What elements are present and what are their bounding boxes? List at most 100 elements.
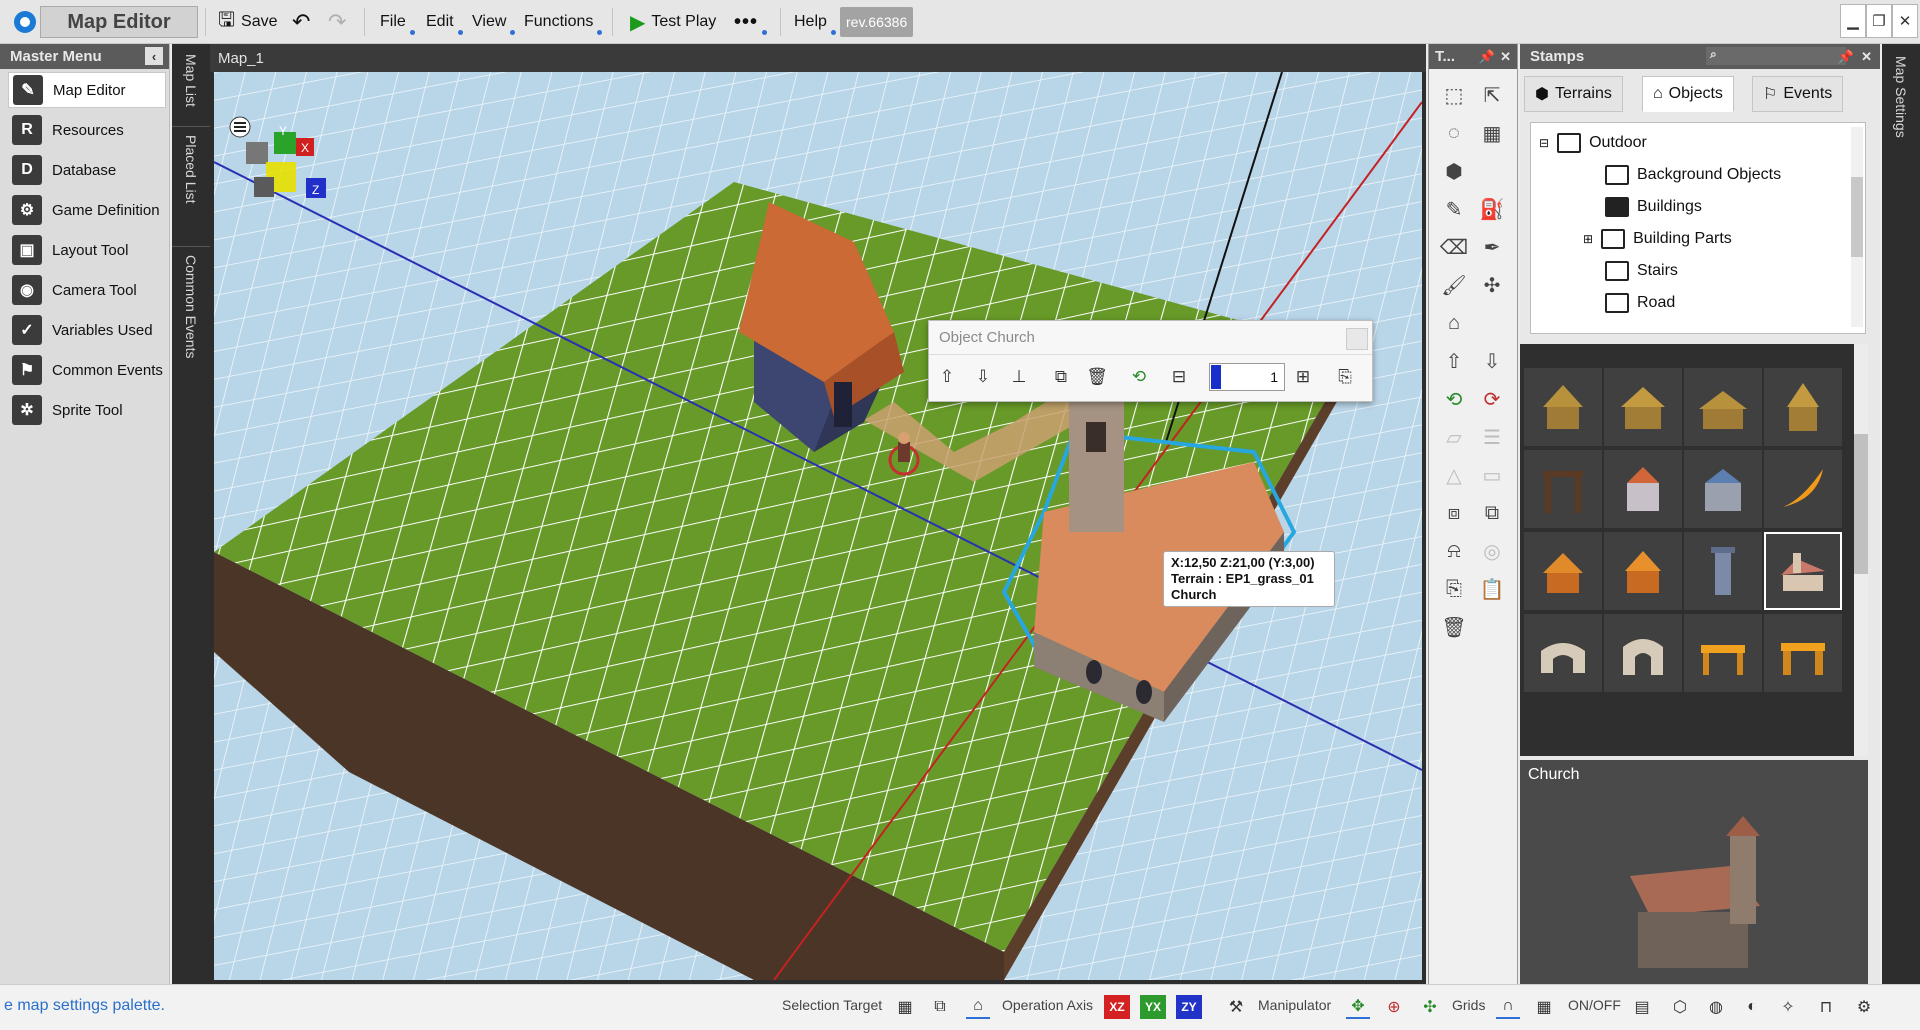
ground-button[interactable]: ⊥ [1005, 363, 1033, 391]
axis-yx-button[interactable]: YX [1140, 995, 1166, 1019]
rotate-tool[interactable]: ⟲ [1437, 382, 1471, 416]
stamp-thumbnail[interactable] [1684, 614, 1762, 692]
stamp-thumbnail[interactable] [1604, 450, 1682, 528]
back-tool[interactable]: ⧉ [1475, 496, 1509, 530]
eraser-tool[interactable]: ⌫ [1437, 230, 1471, 264]
selection-grid-button[interactable]: ▦ [893, 995, 917, 1019]
stamp-thumbnail[interactable] [1604, 614, 1682, 692]
close-icon[interactable]: ✕ [1861, 49, 1872, 65]
rotate-reverse-tool[interactable]: ⟳ [1475, 382, 1509, 416]
pin-icon[interactable]: 📌 [1479, 49, 1495, 65]
frame-tool[interactable]: ▭ [1475, 458, 1509, 492]
house-tool[interactable]: ⌂ [1437, 306, 1471, 340]
stamp-thumbnail[interactable] [1684, 368, 1762, 446]
tab-placed-list[interactable]: Placed List [172, 126, 210, 246]
menu-item-map-editor[interactable]: ✎ Map Editor [8, 72, 166, 108]
menu-edit[interactable]: Edit [420, 7, 463, 37]
layer-value-field[interactable]: 1 [1209, 363, 1285, 391]
tab-terrains[interactable]: ⬢ Terrains [1524, 76, 1623, 112]
tree-item-background-objects[interactable]: Background Objects [1605, 161, 1781, 189]
menu-item-resources[interactable]: R Resources [8, 112, 168, 148]
copy-button[interactable]: ⧉ [1047, 363, 1075, 391]
layers-tool[interactable]: ☰ [1475, 420, 1509, 454]
save-button[interactable]: 🖫 Save [212, 7, 284, 37]
shape-tool[interactable]: ▱ [1437, 420, 1471, 454]
grid-select-tool[interactable]: ▦ [1475, 116, 1509, 150]
axis-xz-button[interactable]: XZ [1104, 995, 1130, 1019]
minimize-button[interactable]: ▁ [1840, 4, 1866, 38]
stamp-thumbnail[interactable] [1524, 614, 1602, 692]
maximize-button[interactable]: ❐ [1866, 4, 1892, 38]
menu-view[interactable]: View [466, 7, 516, 37]
tab-events[interactable]: ⚐ Events [1752, 76, 1844, 112]
tree-scrollbar[interactable] [1851, 127, 1863, 327]
increase-button[interactable]: ⊞ [1289, 363, 1317, 391]
grid-small-button[interactable]: ▤ [1630, 995, 1654, 1019]
close-button[interactable]: ✕ [1892, 4, 1918, 38]
tab-map-settings[interactable]: Map Settings [1882, 48, 1920, 168]
stamp-thumbnail[interactable] [1764, 368, 1842, 446]
move-manipulator-button[interactable]: ✥ [1346, 995, 1370, 1019]
menu-item-layout-tool[interactable]: ▣ Layout Tool [8, 232, 168, 268]
collapse-icon[interactable]: ‹ [145, 47, 163, 65]
lower-button[interactable]: ⇩ [969, 363, 997, 391]
terrain-view-button[interactable]: ⬡ [1668, 995, 1692, 1019]
menu-item-game-definition[interactable]: ⚙ Game Definition [8, 192, 168, 228]
rotate-button[interactable]: ⟲ [1125, 363, 1153, 391]
manipulator-button[interactable]: ⚒ [1224, 995, 1248, 1019]
lighting-button[interactable]: ◐ [1740, 995, 1764, 1019]
select-rect-tool[interactable]: ⬚ [1437, 78, 1471, 112]
snap-tool[interactable]: ◎ [1475, 534, 1509, 568]
stamp-thumbnail[interactable] [1524, 532, 1602, 610]
front-tool[interactable]: ⧈ [1437, 496, 1471, 530]
fill-tool[interactable]: ⛽ [1475, 192, 1509, 226]
copy-tool[interactable]: ⎘ [1437, 572, 1471, 606]
delete-tool[interactable]: 🗑 [1437, 610, 1471, 644]
tree-item-stairs[interactable]: Stairs [1605, 257, 1678, 285]
stamp-thumbnail[interactable] [1764, 614, 1842, 692]
tree-item-building-parts[interactable]: ⊞ Building Parts [1583, 225, 1732, 253]
menu-item-sprite-tool[interactable]: ✲ Sprite Tool [8, 392, 168, 428]
pointer-tool[interactable]: ⇱ [1475, 78, 1509, 112]
grid-toggle-button[interactable]: ▦ [1532, 995, 1556, 1019]
tab-common-events[interactable]: Common Events [172, 246, 210, 386]
stamp-tool[interactable]: ⍾ [1437, 534, 1471, 568]
grid-scrollbar[interactable] [1854, 344, 1868, 756]
menu-item-database[interactable]: D Database [8, 152, 168, 188]
cube-tool[interactable]: ⬢ [1437, 154, 1471, 188]
pin-icon[interactable]: 📌 [1838, 49, 1854, 65]
properties-button[interactable]: ⎘ [1331, 363, 1359, 391]
grid-arch-button[interactable]: ∩ [1496, 995, 1520, 1019]
effects-button[interactable]: ✧ [1776, 995, 1800, 1019]
more-options-button[interactable]: ••• [728, 7, 768, 37]
menu-functions[interactable]: Functions [518, 7, 603, 37]
menu-item-common-events[interactable]: ⚑ Common Events [8, 352, 168, 388]
paste-tool[interactable]: 📋 [1475, 572, 1509, 606]
lower-tool[interactable]: ⇩ [1475, 344, 1509, 378]
collision-button[interactable]: ⊓ [1814, 995, 1838, 1019]
stamp-thumbnail[interactable] [1524, 450, 1602, 528]
pencil-tool[interactable]: ✎ [1437, 192, 1471, 226]
menu-help[interactable]: Help [788, 7, 836, 37]
search-field[interactable]: ⌕ [1706, 47, 1846, 65]
eyedropper-tool[interactable]: ✒ [1475, 230, 1509, 264]
menu-item-camera-tool[interactable]: ◉ Camera Tool [8, 272, 168, 308]
tree-item-outdoor[interactable]: ⊟ Outdoor [1539, 129, 1647, 157]
selection-object-button[interactable]: ⧉ [928, 995, 952, 1019]
scatter-tool[interactable]: ✣ [1475, 268, 1509, 302]
decrease-button[interactable]: ⊟ [1165, 363, 1193, 391]
tab-objects[interactable]: ⌂ Objects [1642, 76, 1734, 112]
paint-tool[interactable]: 🖌 [1437, 268, 1471, 302]
tree-item-road[interactable]: Road [1605, 289, 1675, 317]
delete-button[interactable]: 🗑 [1083, 363, 1111, 391]
undo-button[interactable]: ↶ [286, 7, 316, 37]
stamp-thumbnail[interactable] [1684, 450, 1762, 528]
dialog-close-button[interactable] [1346, 328, 1368, 350]
stamp-thumbnail-selected[interactable] [1764, 532, 1842, 610]
stamp-thumbnail[interactable] [1604, 368, 1682, 446]
menu-file[interactable]: File [374, 7, 415, 37]
3d-scene[interactable]: Y X Z [214, 72, 1422, 980]
menu-item-variables-used[interactable]: ✓ Variables Used [8, 312, 168, 348]
stamp-thumbnail[interactable] [1604, 532, 1682, 610]
tree-item-buildings[interactable]: Buildings [1605, 193, 1702, 221]
